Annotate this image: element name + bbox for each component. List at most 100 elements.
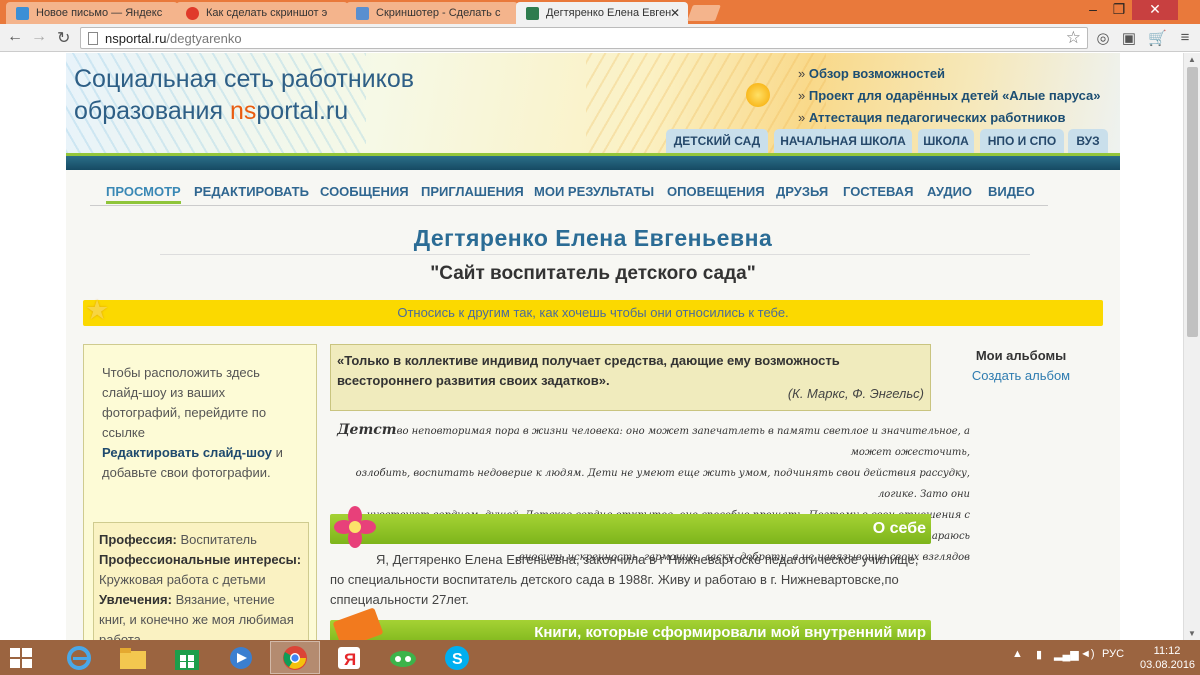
extension-badge-icon[interactable]: ▣	[1120, 29, 1138, 47]
svg-text:Я: Я	[344, 650, 356, 669]
extension-icon[interactable]: ◎	[1094, 29, 1112, 47]
motto-text: Относись к другим так, как хочешь чтобы …	[397, 305, 789, 320]
main-content: ПРОСМОТР РЕДАКТИРОВАТЬ СООБЩЕНИЯ ПРИГЛАШ…	[66, 170, 1120, 640]
profile-name: Дегтяренко Елена Евгеньевна	[413, 225, 773, 251]
browser-tab-mail[interactable]: Новое письмо — Яндекс	[6, 2, 178, 24]
browser-toolbar: ← → ↻ nsportal.ru/degtyarenko ☆ ◎ ▣ 🛒 ≡	[0, 24, 1200, 52]
browser-tab-bar: Новое письмо — Яндекс Как сделать скринш…	[0, 0, 1200, 24]
nav-guestbook[interactable]: ГОСТЕВАЯ	[843, 184, 913, 199]
nav-audio[interactable]: АУДИО	[927, 184, 972, 199]
minimize-icon[interactable]: –	[1080, 0, 1106, 20]
media-icon[interactable]	[216, 641, 266, 674]
language-indicator[interactable]: РУС	[1102, 648, 1124, 660]
site-title[interactable]: Социальная сеть работников образования n…	[74, 63, 414, 127]
header-stripe	[66, 153, 1120, 170]
albums-panel: Мои альбомы Создать альбом	[946, 346, 1096, 386]
about-header: О себе	[330, 506, 931, 548]
yandex-icon	[186, 7, 199, 20]
ie-icon[interactable]	[54, 641, 104, 674]
page-icon	[88, 32, 98, 45]
interests-value: Кружковая работа с детьми	[99, 572, 266, 587]
brand-rest: portal.ru	[256, 97, 349, 125]
cloud-icon[interactable]	[378, 641, 428, 674]
chrome-icon[interactable]	[270, 641, 320, 674]
reload-icon[interactable]: ↻	[57, 28, 70, 48]
profession-label: Профессия:	[99, 532, 177, 547]
childhood-paragraph: Детство неповторимая пора в жизни челове…	[330, 420, 970, 568]
books-title: Книги, которые сформировали мой внутренн…	[534, 624, 926, 640]
star-icon: ★	[85, 295, 110, 325]
clock-date: 03.08.2016	[1140, 659, 1196, 671]
nav-view[interactable]: ПРОСМОТР	[106, 184, 181, 204]
store-icon[interactable]	[162, 641, 212, 674]
tab-school[interactable]: ШКОЛА	[918, 129, 974, 153]
link-alye-parusa[interactable]: Проект для одарённых детей «Алые паруса»	[798, 85, 1101, 107]
url-path: /degtyarenko	[166, 31, 242, 46]
nav-my-results[interactable]: МОИ РЕЗУЛЬТАТЫ	[534, 184, 654, 199]
back-icon[interactable]: ←	[7, 28, 23, 46]
browser-tab-screenshoter[interactable]: Скриншотер - Сделать с	[346, 2, 518, 24]
scroll-up-icon[interactable]: ▲	[1188, 55, 1196, 64]
address-bar[interactable]: nsportal.ru/degtyarenko ☆	[80, 27, 1088, 49]
tab-title: Новое письмо — Яндекс	[36, 7, 163, 19]
close-window-icon[interactable]: ✕	[1132, 0, 1178, 20]
about-text: Я, Дегтяренко Елена Евгеньевна, закончил…	[330, 552, 919, 607]
scroll-down-icon[interactable]: ▼	[1188, 629, 1196, 638]
tab-kindergarten[interactable]: ДЕТСКИЙ САД	[666, 129, 768, 153]
browser-tab-nsportal[interactable]: Дегтяренко Елена Евген ✕	[516, 2, 688, 24]
bookmark-star-icon[interactable]: ☆	[1066, 28, 1081, 48]
create-album-link[interactable]: Создать альбом	[946, 366, 1096, 386]
site-title-line2: образования	[74, 97, 230, 125]
link-attestation[interactable]: Аттестация педагогических работников	[798, 107, 1101, 129]
clock[interactable]: 11:12 03.08.2016	[1140, 644, 1196, 672]
url-host: nsportal.ru	[105, 31, 167, 46]
albums-heading: Мои альбомы	[975, 348, 1067, 363]
cart-icon[interactable]: 🛒	[1148, 29, 1167, 47]
sun-decoration	[746, 83, 770, 107]
tab-university[interactable]: ВУЗ	[1068, 129, 1108, 153]
yandex-browser-icon[interactable]: Я	[324, 641, 374, 674]
site-title-line1: Социальная сеть работников	[74, 65, 415, 93]
tab-primary-school[interactable]: НАЧАЛЬНАЯ ШКОЛА	[774, 129, 912, 153]
menu-icon[interactable]: ≡	[1176, 29, 1194, 47]
taskbar: Я S ▲ ▮ ▂▄▆ ◄) РУС 11:12 03.08.2016	[0, 640, 1200, 675]
nav-notifications[interactable]: ОПОВЕЩЕНИЯ	[667, 184, 765, 199]
start-button[interactable]	[10, 648, 32, 668]
nav-edit[interactable]: РЕДАКТИРОВАТЬ	[194, 184, 309, 199]
web-page: Социальная сеть работников образования n…	[0, 53, 1200, 640]
forward-icon[interactable]: →	[31, 28, 47, 46]
slideshow-info: Чтобы расположить здесь слайд-шоу из ваш…	[102, 363, 302, 483]
maximize-icon[interactable]: ❐	[1106, 0, 1132, 20]
volume-icon[interactable]: ◄)	[1080, 648, 1095, 660]
nav-invitations[interactable]: ПРИГЛАШЕНИЯ	[421, 184, 524, 199]
nav-messages[interactable]: СООБЩЕНИЯ	[320, 184, 409, 199]
site-name: "Сайт воспитатель детского сада"	[430, 263, 756, 284]
tab-title: Скриншотер - Сделать с	[376, 7, 501, 19]
tab-npo-spo[interactable]: НПО И СПО	[980, 129, 1064, 153]
slideshow-text: Чтобы расположить здесь слайд-шоу из ваш…	[102, 365, 267, 440]
childhood-line2: озлобить, воспитать недоверие к людям. Д…	[355, 468, 970, 500]
new-tab-button[interactable]	[687, 5, 721, 21]
profile-details: Профессия: Воспитатель Профессиональные …	[93, 522, 309, 640]
edit-slideshow-link[interactable]: Редактировать слайд-шоу	[102, 445, 272, 460]
page-scrollbar[interactable]: ▲ ▼	[1183, 53, 1200, 640]
books-header: Книги, которые сформировали мой внутренн…	[330, 607, 931, 640]
file-explorer-icon[interactable]	[108, 641, 158, 674]
tray-expand-icon[interactable]: ▲	[1012, 648, 1023, 660]
skype-icon[interactable]: S	[432, 641, 482, 674]
signal-icon[interactable]: ▂▄▆	[1054, 648, 1079, 661]
battery-icon[interactable]: ▮	[1036, 648, 1042, 661]
profession-value: Воспитатель	[176, 532, 257, 547]
close-tab-icon[interactable]: ✕	[670, 6, 680, 20]
site-header: Социальная сеть работников образования n…	[66, 53, 1120, 153]
nav-video[interactable]: ВИДЕО	[988, 184, 1035, 199]
document-icon	[356, 7, 369, 20]
link-features[interactable]: Обзор возможностей	[798, 63, 1101, 85]
hobbies-label: Увлечения:	[99, 592, 172, 607]
scroll-thumb[interactable]	[1187, 67, 1198, 337]
quote-box: «Только в коллективе индивид получает ср…	[330, 344, 931, 411]
svg-text:S: S	[452, 651, 463, 668]
nav-friends[interactable]: ДРУЗЬЯ	[776, 184, 828, 199]
nsportal-icon	[526, 7, 539, 20]
browser-tab-screenshot-howto[interactable]: Как сделать скриншот э	[176, 2, 348, 24]
